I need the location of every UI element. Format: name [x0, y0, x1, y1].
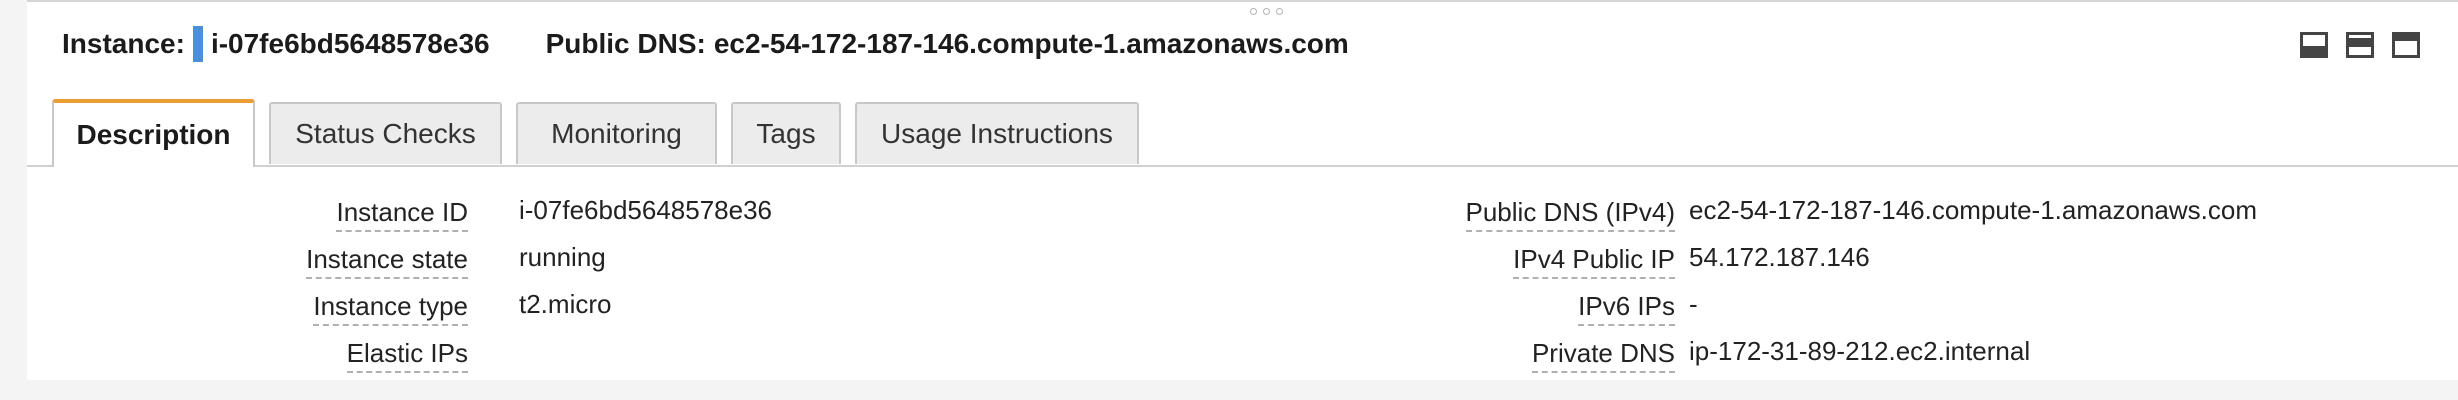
value-ipv4-public-ip: 54.172.187.146 [1689, 242, 1870, 272]
panel-footer-strip [0, 380, 2458, 400]
label-ipv4-public-ip: IPv4 Public IP [1513, 243, 1675, 279]
tab-status-checks[interactable]: Status Checks [269, 102, 502, 164]
label-instance-id: Instance ID [336, 196, 468, 232]
instance-header: Instance: i-07fe6bd5648578e36 Public DNS… [62, 26, 1349, 62]
value-private-dns: ip-172-31-89-212.ec2.internal [1689, 336, 2031, 366]
instance-id-title: i-07fe6bd5648578e36 [210, 28, 490, 59]
value-public-dns-ipv4: ec2-54-172-187-146.compute-1.amazonaws.c… [1689, 195, 2257, 225]
tab-tags[interactable]: Tags [731, 102, 841, 164]
tab-usage-instructions[interactable]: Usage Instructions [855, 102, 1139, 164]
instance-label: Instance: [62, 28, 185, 59]
layout-bottom-icon[interactable] [2300, 32, 2328, 58]
label-elastic-ips: Elastic IPs [346, 337, 468, 373]
layout-split-icon[interactable] [2346, 32, 2374, 58]
label-public-dns-ipv4: Public DNS (IPv4) [1465, 196, 1675, 232]
label-instance-state: Instance state [306, 243, 468, 279]
value-instance-type: t2.micro [519, 289, 612, 319]
label-ipv6-ips: IPv6 IPs [1578, 290, 1675, 326]
value-instance-id: i-07fe6bd5648578e36 [519, 195, 773, 225]
instance-details-panel: Instance: i-07fe6bd5648578e36 Public DNS… [27, 0, 2458, 382]
label-instance-type: Instance type [313, 290, 468, 326]
public-dns-label: Public DNS: [545, 28, 706, 59]
value-instance-state: running [519, 242, 606, 272]
tab-description[interactable]: Description [52, 99, 255, 167]
public-dns-title: ec2-54-172-187-146.compute-1.amazonaws.c… [713, 28, 1349, 59]
value-ipv6-ips: - [1689, 289, 1698, 319]
panel-layout-controls [2300, 32, 2420, 58]
label-private-dns: Private DNS [1531, 337, 1675, 373]
instance-marker-icon [192, 26, 203, 62]
layout-top-icon[interactable] [2392, 32, 2420, 58]
tab-monitoring[interactable]: Monitoring [516, 102, 717, 164]
drag-handle-icon[interactable] [1250, 8, 1283, 15]
tab-bar: Description Status Checks Monitoring Tag… [27, 99, 2458, 167]
